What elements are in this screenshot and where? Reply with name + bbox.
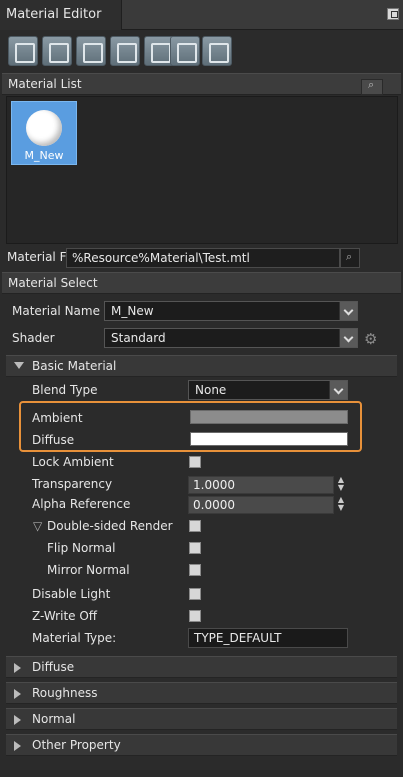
alpha-reference-label: Alpha Reference xyxy=(32,497,131,511)
transparency-label: Transparency xyxy=(32,477,113,491)
toolbar xyxy=(4,33,400,69)
mirror-normal-label: Mirror Normal xyxy=(47,563,130,577)
group-diffuse[interactable]: Diffuse xyxy=(6,656,397,678)
double-sided-label: Double-sided Render xyxy=(47,519,173,533)
pin-icon[interactable] xyxy=(387,8,399,20)
reset-icon[interactable] xyxy=(76,36,106,66)
eyedropper-icon[interactable] xyxy=(42,36,72,66)
file-search-icon[interactable]: ⌕ xyxy=(340,248,360,268)
alpha-reference-stepper[interactable]: ▲ ▼ xyxy=(336,496,346,514)
blend-type-value: None xyxy=(195,383,227,397)
lock-ambient-checkbox[interactable] xyxy=(189,456,201,468)
material-file-label: Material F xyxy=(7,250,67,264)
disable-light-label: Disable Light xyxy=(32,587,111,601)
group-diffuse-title: Diffuse xyxy=(32,660,75,674)
material-list-title: Material List xyxy=(8,77,82,91)
group-other-title: Other Property xyxy=(32,738,121,752)
flip-normal-label: Flip Normal xyxy=(47,541,116,555)
expand-arrow-icon[interactable] xyxy=(14,715,21,725)
material-type-label: Material Type: xyxy=(32,631,117,645)
flip-normal-checkbox[interactable] xyxy=(189,542,201,554)
transparency-stepper[interactable]: ▲ ▼ xyxy=(336,476,346,494)
window-titlebar: Material Editor xyxy=(0,0,403,30)
lock-ambient-label: Lock Ambient xyxy=(32,455,114,469)
material-thumb[interactable]: M_New xyxy=(11,101,77,165)
basic-material-title: Basic Material xyxy=(32,359,117,373)
assign-icon[interactable] xyxy=(202,36,232,66)
shader-label: Shader xyxy=(12,331,55,345)
double-sided-checkbox[interactable] xyxy=(189,520,201,532)
shader-combo[interactable]: Standard xyxy=(104,328,358,348)
material-type-field[interactable]: TYPE_DEFAULT xyxy=(188,628,348,648)
chevron-down-icon[interactable] xyxy=(339,329,357,347)
expand-arrow-icon[interactable] xyxy=(14,689,21,699)
material-list: M_New xyxy=(6,96,398,244)
disable-light-checkbox[interactable] xyxy=(189,588,201,600)
group-normal-title: Normal xyxy=(32,712,76,726)
zwrite-off-checkbox[interactable] xyxy=(189,610,201,622)
double-sided-arrow-icon[interactable]: ▽ xyxy=(33,519,42,533)
shader-value: Standard xyxy=(111,331,166,345)
material-thumb-label: M_New xyxy=(24,149,64,162)
group-roughness[interactable]: Roughness xyxy=(6,682,397,704)
expand-arrow-icon[interactable] xyxy=(14,663,21,673)
new-material-icon[interactable] xyxy=(8,36,38,66)
blend-type-label: Blend Type xyxy=(32,383,98,397)
material-preview-sphere xyxy=(26,110,62,146)
gear-icon[interactable]: ⚙ xyxy=(364,331,380,347)
diffuse-color-swatch[interactable] xyxy=(190,432,348,446)
material-name-label: Material Name xyxy=(12,304,100,318)
expand-arrow-icon[interactable] xyxy=(14,741,21,751)
tab-material-editor[interactable]: Material Editor xyxy=(0,0,122,30)
material-select-title: Material Select xyxy=(8,276,98,290)
chevron-down-icon[interactable] xyxy=(339,302,357,320)
zwrite-off-label: Z-Write Off xyxy=(32,609,98,623)
chevron-down-icon[interactable] xyxy=(329,381,347,399)
group-normal[interactable]: Normal xyxy=(6,708,397,730)
material-file-field[interactable]: %Resource%Material\Test.mtl xyxy=(66,248,340,268)
material-select-header: Material Select xyxy=(2,272,401,294)
diffuse-label: Diffuse xyxy=(32,433,75,447)
group-roughness-title: Roughness xyxy=(32,686,98,700)
save-icon[interactable] xyxy=(110,36,140,66)
ambient-label: Ambient xyxy=(32,411,83,425)
open-folder-icon[interactable] xyxy=(170,36,200,66)
material-name-value: M_New xyxy=(111,304,154,318)
material-list-header: Material List xyxy=(2,73,401,95)
alpha-reference-input[interactable]: 0.0000 xyxy=(188,496,334,514)
transparency-input[interactable]: 1.0000 xyxy=(188,476,334,494)
group-other-property[interactable]: Other Property xyxy=(6,734,397,756)
blend-type-combo[interactable]: None xyxy=(188,380,348,400)
material-name-combo[interactable]: M_New xyxy=(104,301,358,321)
list-search-icon[interactable] xyxy=(361,78,383,95)
ambient-color-swatch[interactable] xyxy=(190,410,348,424)
mirror-normal-checkbox[interactable] xyxy=(189,564,201,576)
expand-arrow-icon[interactable] xyxy=(14,362,24,369)
group-basic-material[interactable]: Basic Material xyxy=(6,355,397,377)
